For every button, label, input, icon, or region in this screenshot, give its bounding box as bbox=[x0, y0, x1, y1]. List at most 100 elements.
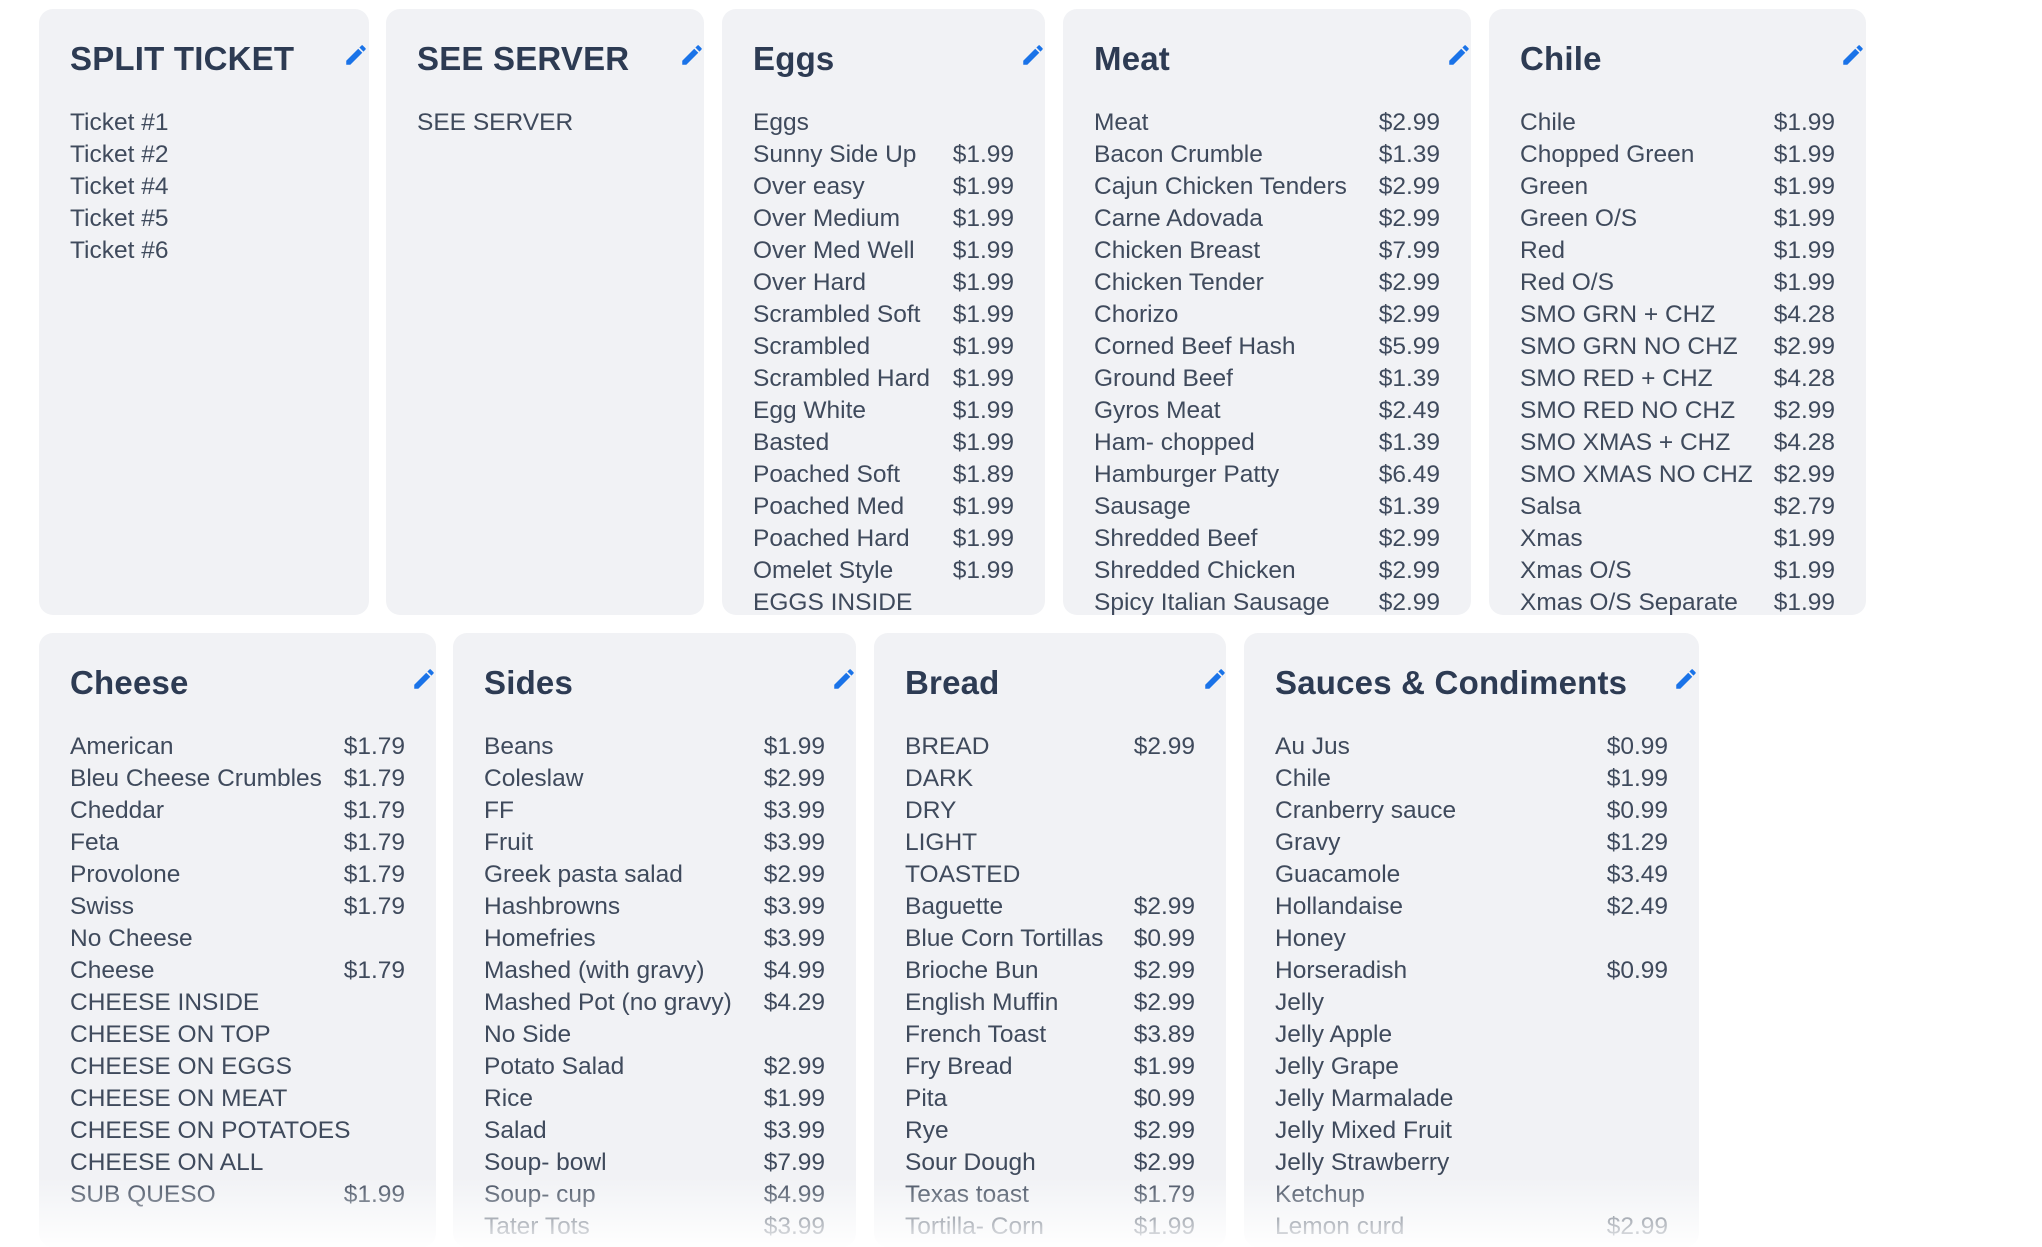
menu-item[interactable]: Chile $1.99 bbox=[1520, 107, 1835, 139]
menu-item[interactable]: CHEESE ON TOP bbox=[70, 1019, 405, 1051]
menu-item[interactable]: Scrambled $1.99 bbox=[753, 331, 1014, 363]
menu-item[interactable]: Blue Corn Tortillas $0.99 bbox=[905, 923, 1195, 955]
menu-item[interactable]: No Side bbox=[484, 1019, 825, 1051]
menu-item[interactable]: Mashed Pot (no gravy) $4.29 bbox=[484, 987, 825, 1019]
menu-item[interactable]: Over Medium $1.99 bbox=[753, 203, 1014, 235]
menu-item[interactable]: Gyros Meat $2.49 bbox=[1094, 395, 1440, 427]
menu-item[interactable]: Jelly Apple bbox=[1275, 1019, 1668, 1051]
menu-item[interactable]: Baguette $2.99 bbox=[905, 891, 1195, 923]
menu-item[interactable]: Jelly Marmalade bbox=[1275, 1083, 1668, 1115]
menu-item[interactable]: Carne Adovada $2.99 bbox=[1094, 203, 1440, 235]
menu-item[interactable]: SMO GRN + CHZ $4.28 bbox=[1520, 299, 1835, 331]
menu-item[interactable]: SUB QUESO $1.99 bbox=[70, 1179, 405, 1211]
menu-item[interactable]: Guacamole $3.49 bbox=[1275, 859, 1668, 891]
pencil-icon[interactable] bbox=[1020, 42, 1045, 68]
menu-item[interactable]: Sunny Side Up $1.99 bbox=[753, 139, 1014, 171]
menu-item[interactable]: Cajun Chicken Tenders $2.99 bbox=[1094, 171, 1440, 203]
menu-item[interactable]: Ground Beef $1.39 bbox=[1094, 363, 1440, 395]
menu-item[interactable]: Brioche Bun $2.99 bbox=[905, 955, 1195, 987]
menu-item[interactable]: SMO XMAS NO CHZ $2.99 bbox=[1520, 459, 1835, 491]
menu-item[interactable]: BREAD $2.99 bbox=[905, 731, 1195, 763]
menu-item[interactable]: Shredded Beef $2.99 bbox=[1094, 523, 1440, 555]
menu-item[interactable]: TOASTED bbox=[905, 859, 1195, 891]
menu-item[interactable]: Jelly Mixed Fruit bbox=[1275, 1115, 1668, 1147]
menu-item[interactable]: Rye $2.99 bbox=[905, 1115, 1195, 1147]
menu-item[interactable]: Potato Salad $2.99 bbox=[484, 1051, 825, 1083]
menu-item[interactable]: Au Jus $0.99 bbox=[1275, 731, 1668, 763]
menu-item[interactable]: CHEESE ON POTATOES bbox=[70, 1115, 405, 1147]
menu-item[interactable]: Scrambled Hard $1.99 bbox=[753, 363, 1014, 395]
menu-item[interactable]: Omelet Style $1.99 bbox=[753, 555, 1014, 587]
menu-item[interactable]: Eggs bbox=[753, 107, 1014, 139]
menu-item[interactable]: Greek pasta salad $2.99 bbox=[484, 859, 825, 891]
menu-item[interactable]: Basted $1.99 bbox=[753, 427, 1014, 459]
menu-item[interactable]: SMO RED + CHZ $4.28 bbox=[1520, 363, 1835, 395]
pencil-icon[interactable] bbox=[1840, 42, 1866, 68]
menu-item[interactable]: SMO RED NO CHZ $2.99 bbox=[1520, 395, 1835, 427]
menu-item[interactable]: Rice $1.99 bbox=[484, 1083, 825, 1115]
menu-item[interactable]: Meat $2.99 bbox=[1094, 107, 1440, 139]
pencil-icon[interactable] bbox=[679, 42, 704, 68]
menu-item[interactable]: Red $1.99 bbox=[1520, 235, 1835, 267]
menu-item[interactable]: Coleslaw $2.99 bbox=[484, 763, 825, 795]
menu-item[interactable]: CHEESE ON EGGS bbox=[70, 1051, 405, 1083]
menu-item[interactable]: Green O/S $1.99 bbox=[1520, 203, 1835, 235]
menu-item[interactable]: Xmas $1.99 bbox=[1520, 523, 1835, 555]
menu-item[interactable]: Red O/S $1.99 bbox=[1520, 267, 1835, 299]
menu-item[interactable]: DRY bbox=[905, 795, 1195, 827]
menu-item[interactable]: SEE SERVER bbox=[417, 107, 673, 139]
menu-item[interactable]: Over Med Well $1.99 bbox=[753, 235, 1014, 267]
menu-item[interactable]: Xmas O/S $1.99 bbox=[1520, 555, 1835, 587]
menu-item[interactable]: Corned Beef Hash $5.99 bbox=[1094, 331, 1440, 363]
menu-item[interactable]: Poached Soft $1.89 bbox=[753, 459, 1014, 491]
menu-item[interactable]: Chile $1.99 bbox=[1275, 763, 1668, 795]
menu-item[interactable]: Poached Med $1.99 bbox=[753, 491, 1014, 523]
menu-item[interactable]: Homefries $3.99 bbox=[484, 923, 825, 955]
menu-item[interactable]: Horseradish $0.99 bbox=[1275, 955, 1668, 987]
menu-item[interactable]: Ham- chopped $1.39 bbox=[1094, 427, 1440, 459]
menu-item[interactable]: Poached Hard $1.99 bbox=[753, 523, 1014, 555]
menu-item[interactable]: English Muffin $2.99 bbox=[905, 987, 1195, 1019]
menu-item[interactable]: Hashbrowns $3.99 bbox=[484, 891, 825, 923]
menu-item[interactable]: Honey bbox=[1275, 923, 1668, 955]
menu-item[interactable]: Scrambled Soft $1.99 bbox=[753, 299, 1014, 331]
menu-item[interactable]: Shredded Chicken $2.99 bbox=[1094, 555, 1440, 587]
menu-item[interactable]: Tater Tots $3.99 bbox=[484, 1211, 825, 1243]
menu-item[interactable]: CHEESE ON MEAT bbox=[70, 1083, 405, 1115]
menu-item[interactable]: Jelly Grape bbox=[1275, 1051, 1668, 1083]
menu-item[interactable]: Feta $1.79 bbox=[70, 827, 405, 859]
menu-item[interactable]: Over easy $1.99 bbox=[753, 171, 1014, 203]
menu-item[interactable]: Hamburger Patty $6.49 bbox=[1094, 459, 1440, 491]
menu-item[interactable]: Swiss $1.79 bbox=[70, 891, 405, 923]
menu-item[interactable]: Cheese $1.79 bbox=[70, 955, 405, 987]
menu-item[interactable]: Soup- cup $4.99 bbox=[484, 1179, 825, 1211]
menu-item[interactable]: Sour Dough $2.99 bbox=[905, 1147, 1195, 1179]
pencil-icon[interactable] bbox=[343, 42, 369, 68]
menu-item[interactable]: Jelly bbox=[1275, 987, 1668, 1019]
menu-item[interactable]: Salad $3.99 bbox=[484, 1115, 825, 1147]
menu-item[interactable]: Ketchup bbox=[1275, 1179, 1668, 1211]
menu-item[interactable]: Bacon Crumble $1.39 bbox=[1094, 139, 1440, 171]
menu-item[interactable]: Beans $1.99 bbox=[484, 731, 825, 763]
menu-item[interactable]: American $1.79 bbox=[70, 731, 405, 763]
menu-item[interactable]: French Toast $3.89 bbox=[905, 1019, 1195, 1051]
menu-item[interactable]: Cranberry sauce $0.99 bbox=[1275, 795, 1668, 827]
menu-item[interactable]: CHEESE INSIDE bbox=[70, 987, 405, 1019]
menu-item[interactable]: Bleu Cheese Crumbles $1.79 bbox=[70, 763, 405, 795]
menu-item[interactable]: Pita $0.99 bbox=[905, 1083, 1195, 1115]
menu-item[interactable]: Ticket #1 bbox=[70, 107, 338, 139]
menu-item[interactable]: Lemon curd $2.99 bbox=[1275, 1211, 1668, 1243]
menu-item[interactable]: Salsa $2.79 bbox=[1520, 491, 1835, 523]
pencil-icon[interactable] bbox=[1446, 42, 1471, 68]
menu-item[interactable]: Chopped Green $1.99 bbox=[1520, 139, 1835, 171]
menu-item[interactable]: Chicken Tender $2.99 bbox=[1094, 267, 1440, 299]
menu-item[interactable]: Egg White $1.99 bbox=[753, 395, 1014, 427]
menu-item[interactable]: CHEESE ON ALL bbox=[70, 1147, 405, 1179]
pencil-icon[interactable] bbox=[1673, 666, 1699, 692]
menu-item[interactable]: Cheddar $1.79 bbox=[70, 795, 405, 827]
menu-item[interactable]: No Cheese bbox=[70, 923, 405, 955]
menu-item[interactable]: Chorizo $2.99 bbox=[1094, 299, 1440, 331]
menu-item[interactable]: Gravy $1.29 bbox=[1275, 827, 1668, 859]
menu-item[interactable]: Tortilla- Corn $1.99 bbox=[905, 1211, 1195, 1243]
menu-item[interactable]: LIGHT bbox=[905, 827, 1195, 859]
